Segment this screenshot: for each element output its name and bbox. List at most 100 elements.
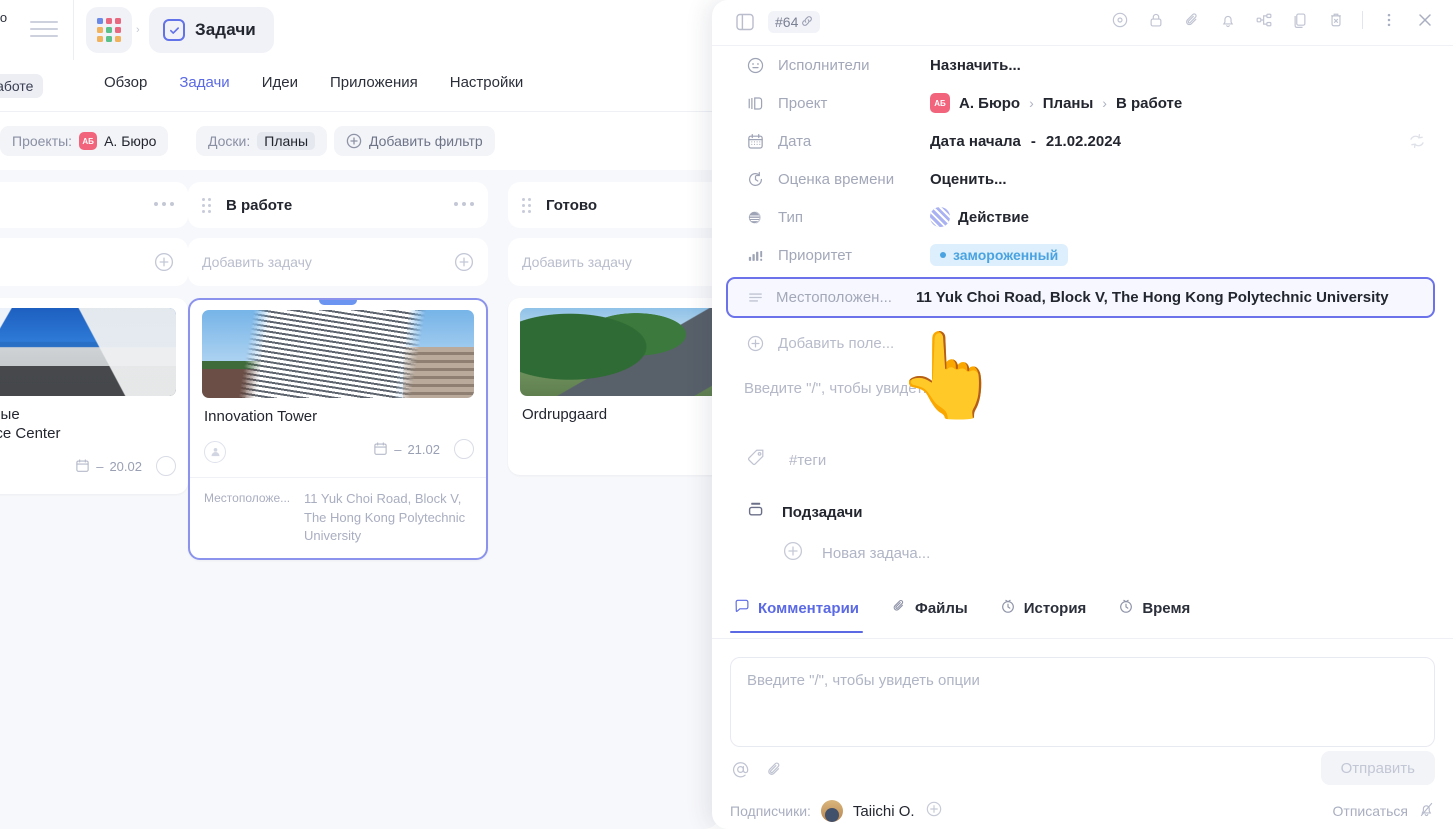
task-id-badge[interactable]: #64 — [768, 11, 821, 33]
time-estimate-icon — [744, 168, 766, 190]
priority-badge[interactable]: замороженный — [930, 244, 1069, 266]
column-header[interactable]: Готово — [508, 182, 716, 228]
card-date: – 20.02 — [75, 458, 142, 476]
paperclip-icon[interactable] — [1182, 10, 1202, 30]
kanban-card[interactable]: ь маркетинговые Phaeno Science Center – … — [0, 298, 188, 494]
tab-prilozheniya[interactable]: Приложения — [330, 74, 418, 91]
copy-icon[interactable] — [1290, 10, 1310, 30]
field-value-location[interactable]: 11 Yuk Choi Road, Block V, The Hong Kong… — [916, 289, 1389, 306]
column-header[interactable] — [0, 182, 188, 228]
field-value-assignees[interactable]: Назначить... — [930, 57, 1021, 74]
column-more-icon[interactable] — [454, 202, 474, 206]
add-task-input[interactable]: Добавить задачу — [188, 238, 488, 286]
field-value-date[interactable]: Дата начала - 21.02.2024 — [930, 133, 1121, 150]
more-vertical-icon[interactable] — [1379, 10, 1399, 30]
field-value-type[interactable]: Действие — [930, 207, 1029, 227]
project-part-0[interactable]: А. Бюро — [959, 95, 1020, 112]
field-row-location[interactable]: Местоположен... 11 Yuk Choi Road, Block … — [726, 277, 1435, 318]
add-field-button[interactable]: Добавить поле... — [712, 324, 1453, 362]
field-row-assignees[interactable]: Исполнители Назначить... — [712, 46, 1453, 84]
assignee-avatar-empty[interactable] — [204, 440, 226, 463]
plus-circle-icon[interactable] — [154, 252, 174, 272]
tab-zadachi[interactable]: Задачи — [179, 74, 229, 91]
card-field-key: Местоположе... — [204, 490, 291, 505]
tab-files[interactable]: Файлы — [887, 598, 972, 632]
field-row-estimate[interactable]: Оценка времени Оценить... — [712, 160, 1453, 198]
ordrupgaard-photo — [520, 308, 716, 396]
add-filter-button[interactable]: Добавить фильтр — [334, 126, 495, 156]
field-row-type[interactable]: Тип Действие — [712, 198, 1453, 236]
field-row-project[interactable]: Проект АБ А. Бюро › Планы › В работе — [712, 84, 1453, 122]
tab-obzor[interactable]: Обзор — [104, 74, 147, 91]
timer-icon — [1118, 598, 1134, 618]
status-pill[interactable]: З работе — [0, 74, 44, 98]
topbar-left-text: зо — [0, 10, 8, 25]
sitemap-icon[interactable] — [1254, 10, 1274, 30]
field-row-priority[interactable]: Приоритет замороженный — [712, 236, 1453, 274]
drag-handle-icon[interactable] — [202, 198, 214, 213]
link-icon[interactable] — [801, 14, 813, 30]
tags-placeholder[interactable]: #теги — [789, 452, 826, 469]
description-placeholder[interactable]: Введите "/", чтобы увидеть опции — [744, 380, 977, 397]
tags-row[interactable]: #теги — [746, 447, 826, 473]
tab-idei[interactable]: Идеи — [262, 74, 298, 91]
add-task-input[interactable]: авить задачу — [0, 238, 188, 286]
field-row-date[interactable]: Дата Дата начала - 21.02.2024 — [712, 122, 1453, 160]
kanban-card-selected[interactable]: Innovation Tower – 21.02 Местоположе... … — [188, 298, 488, 561]
calendar-icon — [744, 130, 766, 152]
card-title: Ordrupgaard — [522, 406, 608, 423]
plus-circle-icon — [346, 133, 362, 149]
filter-chip-boards[interactable]: Доски: Планы — [196, 126, 328, 156]
eye-icon[interactable] — [1110, 10, 1130, 30]
hamburger-icon[interactable] — [30, 18, 58, 40]
trash-icon[interactable] — [1326, 10, 1346, 30]
plus-circle-icon — [744, 332, 766, 354]
kanban-card[interactable]: Ordrupgaard — [508, 298, 716, 475]
composer-actions: Отправить — [730, 747, 1435, 791]
add-task-placeholder: Добавить задачу — [202, 254, 312, 270]
breadcrumb-tasks[interactable]: Задачи — [149, 7, 274, 53]
paperclip-icon[interactable] — [764, 759, 784, 779]
subtasks-title: Подзадачи — [782, 504, 863, 521]
project-part-2[interactable]: В работе — [1116, 95, 1182, 112]
card-complete-toggle[interactable] — [156, 455, 176, 476]
unsubscribe-label: Отписаться — [1332, 803, 1408, 819]
comment-input[interactable]: Введите "/", чтобы увидеть опции — [730, 657, 1435, 747]
subscribers-label: Подписчики: — [730, 803, 811, 819]
tab-nastroyki[interactable]: Настройки — [450, 74, 524, 91]
card-title: Innovation Tower — [204, 408, 318, 425]
tab-comments[interactable]: Комментарии — [730, 598, 864, 633]
main-app-area: зо › Задачи З работе Обзор — [0, 0, 716, 829]
unsubscribe-button[interactable]: Отписаться — [1333, 801, 1435, 821]
field-value-project-breadcrumb[interactable]: АБ А. Бюро › Планы › В работе — [930, 93, 1182, 113]
column-more-icon[interactable] — [154, 202, 174, 206]
column-title: Готово — [546, 196, 598, 214]
field-value-estimate[interactable]: Оценить... — [930, 171, 1007, 188]
tab-history[interactable]: История — [996, 598, 1091, 632]
comment-composer: Введите "/", чтобы увидеть опции Отправи… — [712, 639, 1453, 829]
tab-time[interactable]: Время — [1114, 598, 1194, 632]
kanban-board: авить задачу ь маркетинговые Phaeno Scie… — [0, 170, 716, 829]
repeat-icon[interactable] — [1407, 131, 1427, 151]
avatar[interactable] — [820, 800, 843, 822]
mention-icon[interactable] — [730, 759, 750, 779]
new-subtask-row[interactable]: Новая задача... — [782, 540, 930, 567]
plus-circle-icon[interactable] — [454, 252, 474, 272]
drag-handle-icon[interactable] — [522, 198, 534, 213]
card-field-value: 11 Yuk Choi Road, Block V, The Hong Kong… — [304, 490, 466, 544]
filter-chip-projects[interactable]: Проекты: АБ А. Бюро — [0, 126, 169, 156]
card-complete-toggle[interactable] — [454, 438, 474, 459]
lock-icon[interactable] — [1146, 10, 1166, 30]
column-header[interactable]: В работе — [188, 182, 488, 228]
add-task-input[interactable]: Добавить задачу — [508, 238, 716, 286]
close-icon[interactable] — [1415, 10, 1435, 30]
app-grid-logo[interactable] — [86, 7, 132, 53]
plus-circle-icon[interactable] — [782, 540, 804, 567]
plus-circle-icon[interactable] — [925, 800, 943, 823]
project-part-1[interactable]: Планы — [1043, 95, 1094, 112]
field-label-type: Тип — [778, 208, 804, 226]
send-button[interactable]: Отправить — [1320, 751, 1435, 785]
bell-icon[interactable] — [1218, 10, 1238, 30]
new-subtask-placeholder[interactable]: Новая задача... — [822, 545, 930, 562]
panel-toggle-icon[interactable] — [734, 11, 756, 33]
